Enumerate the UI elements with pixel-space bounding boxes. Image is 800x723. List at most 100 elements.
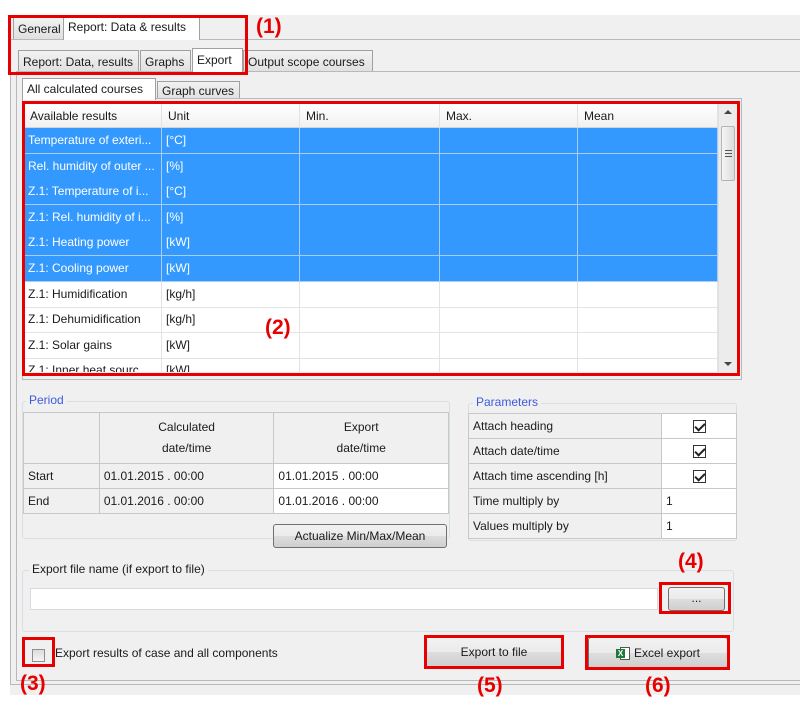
cell-unit[interactable]: [%] xyxy=(162,204,300,231)
table-row[interactable]: Z.1: Cooling power [kW] xyxy=(24,256,718,282)
tab-output-scope-courses[interactable]: Output scope courses xyxy=(243,50,373,72)
cell-min[interactable] xyxy=(300,332,440,359)
tab-all-calculated-courses[interactable]: All calculated courses xyxy=(22,78,156,100)
results-grid[interactable]: Available results Unit Min. Max. Mean Te… xyxy=(24,104,736,372)
annotation-label-1: (1) xyxy=(256,15,282,38)
cell-max[interactable] xyxy=(440,307,578,334)
cell-mean[interactable] xyxy=(578,358,718,372)
cell-min[interactable] xyxy=(300,230,440,257)
export-file-name-input[interactable] xyxy=(30,588,658,610)
scroll-down-arrow-icon[interactable] xyxy=(724,362,732,366)
browse-file-button[interactable]: ... xyxy=(668,587,725,611)
cell-min[interactable] xyxy=(300,281,440,308)
cell-available-result[interactable]: Z.1: Cooling power xyxy=(24,256,162,282)
period-start-export-field[interactable]: 01.01.2015 . 00:00 xyxy=(273,463,449,489)
grid-header: Available results Unit Min. Max. Mean xyxy=(24,104,718,128)
actualize-min-max-mean-button[interactable]: Actualize Min/Max/Mean xyxy=(273,524,447,548)
cell-min[interactable] xyxy=(300,179,440,206)
cell-max[interactable] xyxy=(440,358,578,372)
time-multiply-field[interactable]: 1 xyxy=(661,488,737,514)
period-end-calculated: 01.01.2016 . 00:00 xyxy=(98,488,275,514)
attach-datetime-checkbox[interactable] xyxy=(692,445,706,459)
cell-min[interactable] xyxy=(300,256,440,282)
export-all-components-label[interactable]: Export results of case and all component… xyxy=(55,646,278,660)
cell-min[interactable] xyxy=(300,153,440,180)
cell-max[interactable] xyxy=(440,204,578,231)
cell-mean[interactable] xyxy=(578,307,718,334)
cell-mean[interactable] xyxy=(578,256,718,282)
cell-min[interactable] xyxy=(300,128,440,154)
table-row[interactable]: Z.1: Rel. humidity of i... [%] xyxy=(24,204,718,231)
cell-min[interactable] xyxy=(300,358,440,372)
cell-unit[interactable]: [°C] xyxy=(162,128,300,154)
cell-max[interactable] xyxy=(440,153,578,180)
tab-graphs[interactable]: Graphs xyxy=(140,50,191,72)
cell-available-result[interactable]: Temperature of exteri... xyxy=(24,128,162,154)
cell-mean[interactable] xyxy=(578,204,718,231)
param-attach-datetime-cell xyxy=(661,438,737,464)
table-row[interactable]: Z.1: Solar gains [kW] xyxy=(24,332,718,359)
cell-mean[interactable] xyxy=(578,128,718,154)
cell-unit[interactable]: [kg/h] xyxy=(162,281,300,308)
param-values-multiply-label: Values multiply by xyxy=(468,513,662,539)
excel-export-button[interactable]: X Excel export xyxy=(588,637,728,669)
period-end-export-field[interactable]: 01.01.2016 . 00:00 xyxy=(273,488,449,514)
cell-mean[interactable] xyxy=(578,153,718,180)
column-header-max[interactable]: Max. xyxy=(440,104,578,128)
table-row[interactable]: Z.1: Dehumidification [kg/h] xyxy=(24,307,718,334)
cell-available-result[interactable]: Z.1: Inner heat sourc... xyxy=(24,358,162,372)
values-multiply-field[interactable]: 1 xyxy=(661,513,737,539)
cell-unit[interactable]: [kW] xyxy=(162,358,300,372)
export-all-components-checkbox[interactable] xyxy=(32,649,45,663)
cell-unit[interactable]: [kW] xyxy=(162,256,300,282)
param-attach-time-ascending-label: Attach time ascending [h] xyxy=(468,463,662,489)
cell-available-result[interactable]: Z.1: Rel. humidity of i... xyxy=(24,204,162,231)
cell-unit[interactable]: [kW] xyxy=(162,230,300,257)
cell-unit[interactable]: [%] xyxy=(162,153,300,180)
cell-mean[interactable] xyxy=(578,281,718,308)
cell-mean[interactable] xyxy=(578,179,718,206)
table-row[interactable]: Rel. humidity of outer ... [%] xyxy=(24,153,718,180)
cell-max[interactable] xyxy=(440,128,578,154)
column-header-unit[interactable]: Unit xyxy=(162,104,300,128)
cell-min[interactable] xyxy=(300,204,440,231)
cell-available-result[interactable]: Z.1: Solar gains xyxy=(24,332,162,359)
cell-available-result[interactable]: Z.1: Humidification xyxy=(24,281,162,308)
table-row[interactable]: Temperature of exteri... [°C] xyxy=(24,128,718,154)
cell-available-result[interactable]: Z.1: Temperature of i... xyxy=(24,179,162,206)
attach-heading-checkbox[interactable] xyxy=(692,420,706,434)
cell-max[interactable] xyxy=(440,179,578,206)
cell-available-result[interactable]: Z.1: Dehumidification xyxy=(24,307,162,334)
table-row[interactable]: Z.1: Temperature of i... [°C] xyxy=(24,179,718,206)
period-group-title: Period xyxy=(26,393,67,407)
scroll-thumb[interactable] xyxy=(721,126,735,181)
attach-time-ascending-checkbox[interactable] xyxy=(692,470,706,484)
tab-general[interactable]: General xyxy=(13,17,66,39)
export-to-file-button[interactable]: Export to file xyxy=(424,637,564,667)
cell-min[interactable] xyxy=(300,307,440,334)
cell-max[interactable] xyxy=(440,256,578,282)
cell-available-result[interactable]: Z.1: Heating power xyxy=(24,230,162,257)
scroll-up-arrow-icon[interactable] xyxy=(724,110,732,114)
column-header-min[interactable]: Min. xyxy=(300,104,440,128)
param-attach-heading-cell xyxy=(661,413,737,439)
param-attach-heading-label: Attach heading xyxy=(468,413,662,439)
table-row[interactable]: Z.1: Inner heat sourc... [kW] xyxy=(24,358,718,372)
table-row[interactable]: Z.1: Heating power [kW] xyxy=(24,230,718,257)
cell-mean[interactable] xyxy=(578,230,718,257)
tab-export[interactable]: Export xyxy=(192,48,243,73)
cell-max[interactable] xyxy=(440,332,578,359)
cell-max[interactable] xyxy=(440,230,578,257)
export-file-group-title: Export file name (if export to file) xyxy=(29,562,208,576)
cell-mean[interactable] xyxy=(578,332,718,359)
column-header-mean[interactable]: Mean xyxy=(578,104,718,128)
tab-report-data-results[interactable]: Report: Data & results xyxy=(63,15,200,40)
vertical-scrollbar[interactable] xyxy=(718,104,736,372)
table-row[interactable]: Z.1: Humidification [kg/h] xyxy=(24,281,718,308)
cell-max[interactable] xyxy=(440,281,578,308)
annotation-label-2: (2) xyxy=(265,316,291,339)
cell-available-result[interactable]: Rel. humidity of outer ... xyxy=(24,153,162,180)
cell-unit[interactable]: [°C] xyxy=(162,179,300,206)
column-header-available-results[interactable]: Available results xyxy=(24,104,162,128)
tab-report-data-results-sub[interactable]: Report: Data, results xyxy=(18,50,139,72)
